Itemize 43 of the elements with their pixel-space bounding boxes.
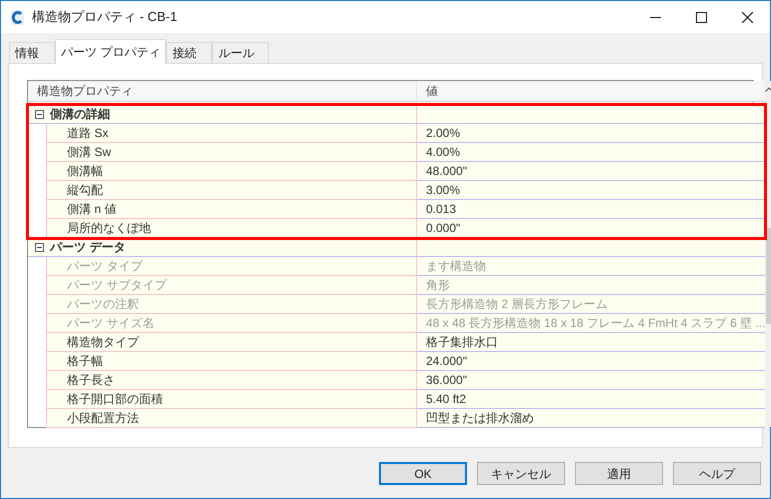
tab[interactable]: 情報 xyxy=(9,42,55,63)
property-value[interactable]: 4.00% xyxy=(417,143,766,162)
dialog-button[interactable]: ヘルプ xyxy=(673,462,761,485)
property-value[interactable]: 24.000" xyxy=(417,352,766,371)
minimize-icon xyxy=(650,16,660,18)
property-name[interactable]: 格子長さ xyxy=(46,371,417,390)
property-name[interactable]: 格子幅 xyxy=(46,352,417,371)
property-name[interactable]: 構造物タイプ xyxy=(46,333,417,352)
dialog-button[interactable]: OK xyxy=(379,462,467,485)
dialog-button[interactable]: キャンセル xyxy=(477,462,565,485)
property-value[interactable]: 36.000" xyxy=(417,371,766,390)
maximize-icon xyxy=(696,12,706,22)
property-value[interactable]: 凹型または排水溜め xyxy=(417,409,766,428)
tab[interactable]: ルール xyxy=(212,42,270,63)
property-name[interactable]: 道路 Sx xyxy=(46,124,417,143)
collapse-icon[interactable] xyxy=(35,242,44,252)
property-value[interactable]: 48.000" xyxy=(417,162,766,181)
column-header[interactable]: 値 xyxy=(417,81,766,101)
property-name[interactable]: 局所的なくぼ地 xyxy=(46,219,417,238)
collapse-icon[interactable] xyxy=(35,110,44,118)
property-name[interactable]: 格子開口部の面積 xyxy=(46,390,417,409)
window-title: 構造物プロパティ - CB-1 xyxy=(32,8,178,26)
app-logo-icon xyxy=(11,10,24,24)
category-label: 側溝の詳細 xyxy=(50,106,110,123)
property-name[interactable]: 側溝 Sw xyxy=(46,143,417,162)
property-value[interactable]: 0.013 xyxy=(417,200,766,219)
category-row[interactable]: 側溝の詳細 xyxy=(28,105,766,124)
property-value[interactable]: 格子集排水口 xyxy=(417,333,766,352)
property-name[interactable]: 側溝幅 xyxy=(46,162,417,181)
property-value[interactable]: 3.00% xyxy=(417,181,766,200)
category-label: パーツ データ xyxy=(50,239,126,256)
column-header[interactable]: 構造物プロパティ xyxy=(28,81,417,101)
close-icon xyxy=(742,12,752,22)
tab[interactable]: パーツ プロパティ xyxy=(55,39,166,64)
property-value[interactable]: 5.40 ft2 xyxy=(417,390,766,409)
property-name[interactable]: 縦勾配 xyxy=(46,181,417,200)
property-name[interactable]: 小段配置方法 xyxy=(46,409,417,428)
property-value[interactable]: 2.00% xyxy=(417,124,766,143)
scroll-up-icon[interactable] xyxy=(765,87,771,92)
property-name[interactable]: 側溝 n 値 xyxy=(46,200,417,219)
dialog-button[interactable]: 適用 xyxy=(575,462,663,485)
tab[interactable]: 接続 xyxy=(166,42,212,63)
property-value[interactable]: 0.000" xyxy=(417,219,766,238)
